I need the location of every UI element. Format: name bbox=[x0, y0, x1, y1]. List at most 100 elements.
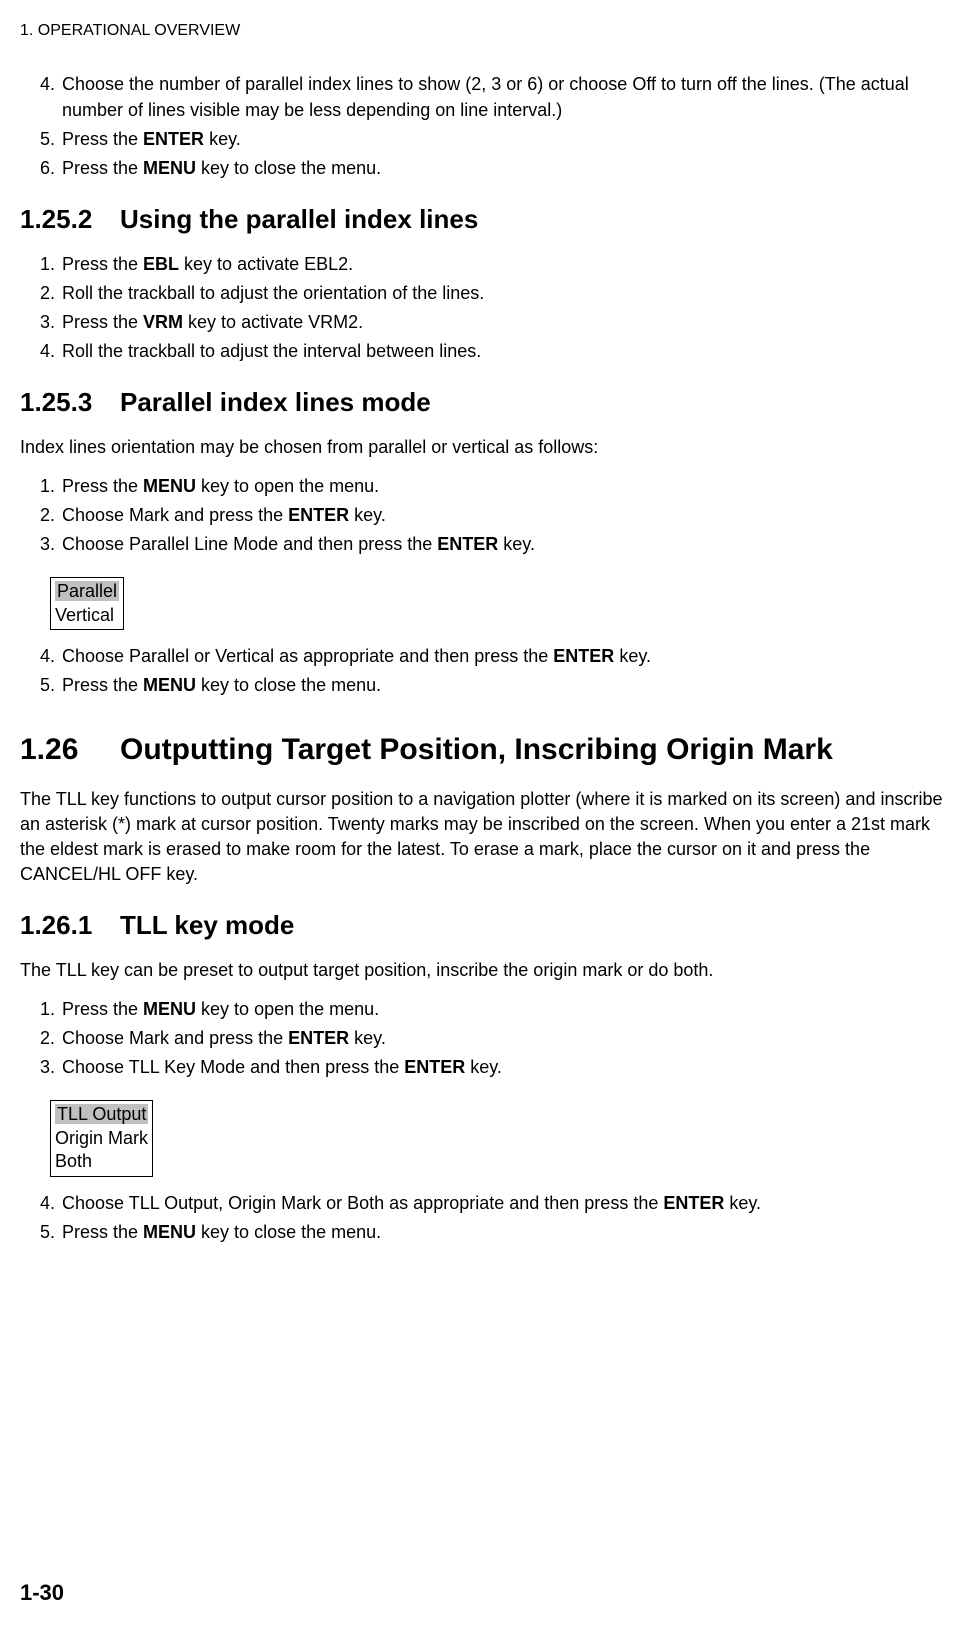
list-number: 3. bbox=[40, 1055, 62, 1080]
key-name: ENTER bbox=[288, 1028, 349, 1048]
key-name: ENTER bbox=[143, 129, 204, 149]
text-part: Press the bbox=[62, 158, 143, 178]
list-number: 5. bbox=[40, 1220, 62, 1245]
list-number: 4. bbox=[40, 339, 62, 364]
list-text: Choose TLL Key Mode and then press the E… bbox=[62, 1055, 948, 1080]
list-block-1-26-1b: 4. Choose TLL Output, Origin Mark or Bot… bbox=[40, 1191, 948, 1245]
section-heading-1-25-2: 1.25.2Using the parallel index lines bbox=[20, 201, 948, 237]
major-number: 1.26 bbox=[20, 729, 120, 771]
list-item: 5. Press the MENU key to close the menu. bbox=[40, 1220, 948, 1245]
key-name: ENTER bbox=[288, 505, 349, 525]
list-number: 3. bbox=[40, 310, 62, 335]
list-item: 5. Press the MENU key to close the menu. bbox=[40, 673, 948, 698]
text-part: Choose TLL Key Mode and then press the bbox=[62, 1057, 404, 1077]
list-item: 4. Choose TLL Output, Origin Mark or Bot… bbox=[40, 1191, 948, 1216]
text-part: key. bbox=[349, 505, 386, 525]
list-item: 3. Press the VRM key to activate VRM2. bbox=[40, 310, 948, 335]
key-name: MENU bbox=[143, 476, 196, 496]
list-text: Choose Parallel Line Mode and then press… bbox=[62, 532, 948, 557]
text-part: key to activate VRM2. bbox=[183, 312, 363, 332]
paragraph-intro-1-26-1: The TLL key can be preset to output targ… bbox=[20, 958, 948, 983]
list-item: 4. Choose Parallel or Vertical as approp… bbox=[40, 644, 948, 669]
list-item: 1. Press the MENU key to open the menu. bbox=[40, 474, 948, 499]
section-title: Using the parallel index lines bbox=[120, 204, 478, 234]
text-part: Choose Mark and press the bbox=[62, 505, 288, 525]
section-number: 1.25.2 bbox=[20, 201, 120, 237]
text-part: key. bbox=[204, 129, 241, 149]
list-item: 3. Choose Parallel Line Mode and then pr… bbox=[40, 532, 948, 557]
list-block-1-25-3a: 1. Press the MENU key to open the menu. … bbox=[40, 474, 948, 558]
text-part: Choose Parallel or Vertical as appropria… bbox=[62, 646, 553, 666]
text-part: key. bbox=[465, 1057, 502, 1077]
page-number: 1-30 bbox=[20, 1578, 64, 1609]
section-heading-1-25-3: 1.25.3Parallel index lines mode bbox=[20, 384, 948, 420]
list-text: Press the VRM key to activate VRM2. bbox=[62, 310, 948, 335]
list-text: Press the MENU key to open the menu. bbox=[62, 474, 948, 499]
section-heading-1-26-1: 1.26.1TLL key mode bbox=[20, 907, 948, 943]
text-part: key to close the menu. bbox=[196, 1222, 381, 1242]
key-name: ENTER bbox=[437, 534, 498, 554]
text-part: Choose TLL Output, Origin Mark or Both a… bbox=[62, 1193, 663, 1213]
list-number: 4. bbox=[40, 1191, 62, 1216]
option-item: Vertical bbox=[55, 604, 119, 627]
list-item: 4. Choose the number of parallel index l… bbox=[40, 72, 948, 122]
list-number: 4. bbox=[40, 72, 62, 122]
text-part: Press the bbox=[62, 675, 143, 695]
list-item: 2. Choose Mark and press the ENTER key. bbox=[40, 1026, 948, 1051]
list-text: Press the MENU key to close the menu. bbox=[62, 1220, 948, 1245]
text-part: Press the bbox=[62, 999, 143, 1019]
list-text: Press the MENU key to open the menu. bbox=[62, 997, 948, 1022]
list-item: 2. Choose Mark and press the ENTER key. bbox=[40, 503, 948, 528]
major-heading-1-26: 1.26 Outputting Target Position, Inscrib… bbox=[20, 729, 948, 771]
list-text: Choose TLL Output, Origin Mark or Both a… bbox=[62, 1191, 948, 1216]
key-name: ENTER bbox=[553, 646, 614, 666]
key-name: MENU bbox=[143, 1222, 196, 1242]
list-item: 3. Choose TLL Key Mode and then press th… bbox=[40, 1055, 948, 1080]
list-text: Roll the trackball to adjust the orienta… bbox=[62, 281, 948, 306]
key-name: EBL bbox=[143, 254, 179, 274]
list-block-continued: 4. Choose the number of parallel index l… bbox=[40, 72, 948, 181]
list-number: 5. bbox=[40, 127, 62, 152]
list-block-1-25-3b: 4. Choose Parallel or Vertical as approp… bbox=[40, 644, 948, 698]
option-item: Origin Mark bbox=[55, 1127, 148, 1150]
text-part: key. bbox=[349, 1028, 386, 1048]
list-item: 4. Roll the trackball to adjust the inte… bbox=[40, 339, 948, 364]
list-number: 1. bbox=[40, 997, 62, 1022]
key-name: ENTER bbox=[663, 1193, 724, 1213]
paragraph-intro: Index lines orientation may be chosen fr… bbox=[20, 435, 948, 460]
list-text: Roll the trackball to adjust the interva… bbox=[62, 339, 948, 364]
list-number: 1. bbox=[40, 252, 62, 277]
list-text: Choose Mark and press the ENTER key. bbox=[62, 503, 948, 528]
paragraph-1-26: The TLL key functions to output cursor p… bbox=[20, 787, 948, 888]
key-name: ENTER bbox=[404, 1057, 465, 1077]
list-item: 6. Press the MENU key to close the menu. bbox=[40, 156, 948, 181]
section-title: TLL key mode bbox=[120, 910, 294, 940]
list-text: Press the MENU key to close the menu. bbox=[62, 673, 948, 698]
text-part: Choose Parallel Line Mode and then press… bbox=[62, 534, 437, 554]
section-number: 1.26.1 bbox=[20, 907, 120, 943]
list-number: 6. bbox=[40, 156, 62, 181]
page-header: 1. OPERATIONAL OVERVIEW bbox=[20, 20, 948, 42]
list-text: Press the MENU key to close the menu. bbox=[62, 156, 948, 181]
list-number: 4. bbox=[40, 644, 62, 669]
option-selected: Parallel bbox=[55, 581, 119, 601]
text-part: Press the bbox=[62, 312, 143, 332]
key-name: MENU bbox=[143, 999, 196, 1019]
option-selected: TLL Output bbox=[55, 1104, 148, 1124]
text-part: Press the bbox=[62, 476, 143, 496]
list-text: Press the EBL key to activate EBL2. bbox=[62, 252, 948, 277]
list-item: 1. Press the MENU key to open the menu. bbox=[40, 997, 948, 1022]
list-number: 2. bbox=[40, 1026, 62, 1051]
list-number: 3. bbox=[40, 532, 62, 557]
text-part: key to open the menu. bbox=[196, 476, 379, 496]
text-part: key to open the menu. bbox=[196, 999, 379, 1019]
text-part: key to close the menu. bbox=[196, 675, 381, 695]
option-box-parallel-mode: Parallel Vertical bbox=[50, 577, 124, 630]
section-number: 1.25.3 bbox=[20, 384, 120, 420]
list-number: 1. bbox=[40, 474, 62, 499]
text-part: Press the bbox=[62, 1222, 143, 1242]
major-title: Outputting Target Position, Inscribing O… bbox=[120, 729, 948, 771]
text-part: key to activate EBL2. bbox=[179, 254, 353, 274]
list-text: Choose Mark and press the ENTER key. bbox=[62, 1026, 948, 1051]
section-title: Parallel index lines mode bbox=[120, 387, 431, 417]
